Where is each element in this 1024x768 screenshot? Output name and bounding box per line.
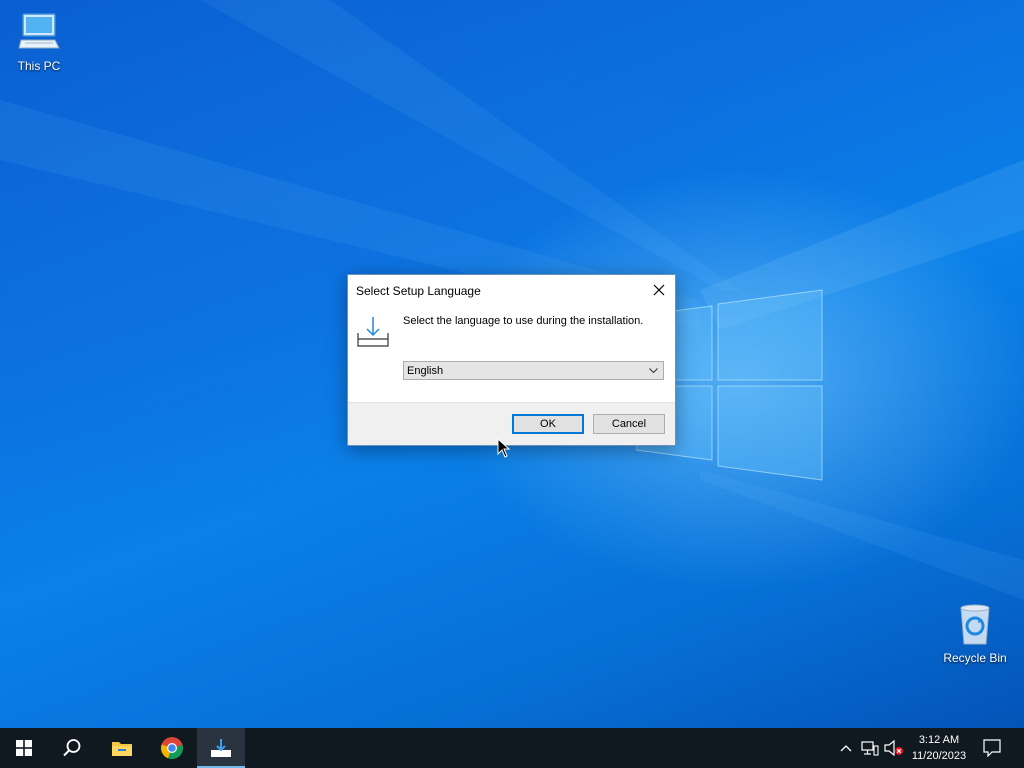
action-center-button[interactable] [982, 738, 1002, 758]
taskbar-setup[interactable] [197, 728, 245, 768]
close-icon [653, 284, 665, 296]
setup-install-icon [357, 317, 389, 347]
select-setup-language-dialog: Select Setup Language Select the languag… [347, 274, 676, 446]
clock[interactable]: 3:12 AM 11/20/2023 [904, 732, 974, 764]
network-tray-button[interactable] [860, 738, 880, 758]
volume-tray-button[interactable] [884, 738, 904, 758]
search-button[interactable] [48, 728, 96, 768]
dialog-prompt: Select the language to use during the in… [403, 315, 644, 327]
setup-install-icon [211, 739, 231, 757]
dialog-footer: OK Cancel [348, 402, 675, 445]
clock-date: 11/20/2023 [911, 750, 967, 762]
chevron-down-icon [649, 368, 658, 374]
desktop-icon-label: This PC [17, 59, 61, 73]
dialog-body: Select the language to use during the in… [348, 305, 675, 403]
mouse-cursor-icon [497, 438, 511, 458]
close-button[interactable] [643, 275, 675, 305]
taskbar-chrome[interactable] [148, 728, 196, 768]
dialog-titlebar[interactable]: Select Setup Language [348, 275, 675, 305]
dialog-title: Select Setup Language [356, 284, 481, 298]
show-hidden-icons-button[interactable] [836, 738, 856, 758]
desktop-icon-this-pc[interactable]: This PC [1, 10, 77, 73]
notification-icon [983, 739, 1001, 757]
network-icon [861, 741, 879, 756]
ok-button[interactable]: OK [512, 414, 584, 434]
start-button[interactable] [0, 728, 48, 768]
computer-icon [18, 13, 60, 49]
search-icon [63, 739, 81, 757]
cancel-button[interactable]: Cancel [593, 414, 665, 434]
recycle-bin-icon [960, 604, 990, 645]
windows-start-icon [16, 740, 32, 756]
taskbar: 3:12 AM 11/20/2023 [0, 728, 1024, 768]
chrome-icon [161, 737, 183, 760]
chevron-up-icon [840, 745, 852, 752]
desktop: This PC Recycle Bin Select Setup Languag… [0, 0, 1024, 728]
language-select[interactable]: English [403, 361, 664, 380]
desktop-icon-recycle-bin[interactable]: Recycle Bin [937, 602, 1013, 665]
desktop-icon-label: Recycle Bin [943, 651, 1007, 665]
language-select-value: English [407, 365, 444, 377]
volume-muted-icon [884, 740, 903, 756]
clock-time: 3:12 AM [918, 734, 960, 746]
taskbar-file-explorer[interactable] [98, 728, 146, 768]
folder-icon [112, 742, 132, 756]
